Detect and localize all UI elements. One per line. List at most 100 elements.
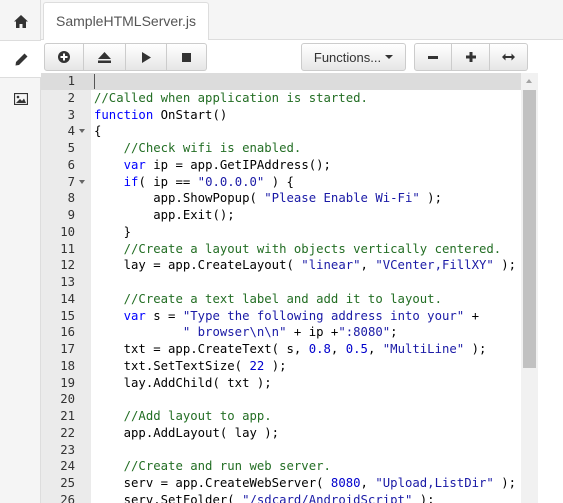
eject-button[interactable] (84, 43, 126, 71)
line-number: 3 (67, 107, 75, 122)
eject-icon (98, 51, 111, 63)
code-line[interactable]: 20 (41, 391, 538, 408)
scrollbar-thumb[interactable] (523, 90, 536, 368)
tab-bar: SampleHTMLServer.js (41, 0, 563, 41)
code-line[interactable]: 4{ (41, 123, 538, 140)
expand-horizontal-icon (502, 53, 515, 61)
code-text: lay = app.CreateLayout( "linear", "VCent… (94, 258, 517, 273)
line-number: 16 (60, 325, 75, 340)
line-number: 15 (60, 308, 75, 323)
code-text: { (94, 124, 102, 139)
line-number: 10 (60, 224, 75, 239)
line-number: 6 (67, 157, 75, 172)
line-number: 4 (67, 124, 75, 139)
code-line[interactable]: 26 serv.SetFolder( "/sdcard/AndroidScrip… (41, 492, 538, 503)
line-number: 8 (67, 191, 75, 206)
line-number: 11 (60, 241, 75, 256)
code-line[interactable]: 3 function OnStart() (41, 107, 538, 124)
scroll-up-icon[interactable] (526, 79, 532, 83)
sidebar-item-edit[interactable] (0, 40, 42, 78)
code-line[interactable]: 10 } (41, 224, 538, 241)
line-number: 5 (67, 141, 75, 155)
line-number: 25 (60, 476, 75, 490)
code-line[interactable]: 14 //Create a text label and add it to l… (41, 291, 538, 308)
vertical-scrollbar[interactable] (521, 73, 538, 503)
fold-arrow-icon[interactable] (79, 129, 85, 134)
code-text: app.AddLayout( lay ); (94, 425, 280, 440)
code-text: if( ip == "0.0.0.0" ) { (123, 174, 294, 189)
line-number: 2 (67, 90, 75, 105)
code-line[interactable]: 16 " browser\n\n" + ip +":8080"; (41, 324, 538, 341)
line-number: 7 (67, 174, 75, 189)
code-text: txt.SetTextSize( 22 ); (94, 358, 287, 373)
code-line[interactable]: 15 var s = "Type the following address i… (41, 308, 538, 325)
code-line[interactable]: 11 //Create a layout with objects vertic… (41, 241, 538, 258)
line-number: 19 (60, 375, 75, 390)
expand-width-button[interactable] (490, 43, 528, 71)
code-line[interactable]: 8 app.ShowPopup( "Please Enable Wi-Fi" )… (41, 190, 538, 207)
run-button[interactable] (126, 43, 167, 71)
home-icon (13, 14, 28, 28)
code-text: app.Exit(); (94, 208, 235, 222)
sidebar-item-images[interactable] (0, 80, 41, 118)
line-number: 14 (60, 291, 75, 306)
editor-toolbar: Functions... (41, 40, 563, 73)
code-text: function OnStart() (94, 107, 228, 122)
code-text: " browser\n\n" + ip +":8080"; (182, 325, 398, 340)
code-line[interactable]: 19 lay.AddChild( txt ); (41, 375, 538, 392)
code-text: //Add layout to app. (123, 409, 272, 423)
play-icon (141, 51, 151, 63)
code-text: var s = "Type the following address into… (123, 308, 480, 323)
code-line[interactable]: 21 //Add layout to app. (41, 408, 538, 425)
code-line[interactable]: 25 serv = app.CreateWebServer( 8080, "Up… (41, 475, 538, 492)
line-number: 18 (60, 358, 75, 373)
code-line[interactable]: 6 var ip = app.GetIPAddress(); (41, 157, 538, 174)
code-line[interactable]: 12 lay = app.CreateLayout( "linear", "VC… (41, 257, 538, 274)
sidebar-item-home[interactable] (0, 2, 41, 40)
code-text: app.ShowPopup( "Please Enable Wi-Fi" ); (94, 191, 442, 206)
tab-samplehtmlserver[interactable]: SampleHTMLServer.js (43, 2, 210, 41)
code-text: var ip = app.GetIPAddress(); (123, 157, 331, 172)
code-line[interactable]: 7 if( ip == "0.0.0.0" ) { (41, 174, 538, 191)
fold-arrow-icon[interactable] (79, 179, 85, 184)
text-cursor (94, 74, 95, 89)
functions-label: Functions... (313, 49, 382, 65)
code-text: lay.AddChild( txt ); (94, 375, 272, 390)
line-number: 22 (60, 425, 75, 440)
chevron-down-icon (385, 55, 394, 59)
stop-icon (182, 52, 191, 62)
code-text: //Create and run web server. (123, 459, 331, 474)
code-text: //Create a layout with objects verticall… (123, 241, 502, 256)
code-line[interactable]: 23 (41, 442, 538, 459)
zoom-in-button[interactable] (452, 43, 490, 71)
code-text: //Check wifi is enabled. (123, 141, 302, 155)
code-line[interactable]: 22 app.AddLayout( lay ); (41, 425, 538, 442)
code-text: serv.SetFolder( "/sdcard/AndroidScript" … (94, 492, 435, 503)
add-icon (58, 51, 70, 63)
line-number: 21 (60, 409, 75, 423)
code-line[interactable]: 17 txt = app.CreateText( s, 0.8, 0.5, "M… (41, 341, 538, 358)
code-editor[interactable]: 1 2 //Called when application is started. 3… (41, 73, 538, 503)
functions-dropdown[interactable]: Functions... (301, 43, 406, 71)
sidebar (0, 0, 42, 503)
code-line[interactable]: 1 (41, 73, 538, 90)
stop-button[interactable] (167, 43, 207, 71)
code-line[interactable]: 13 (41, 274, 538, 291)
code-text: serv = app.CreateWebServer( 8080, "Uploa… (94, 476, 517, 490)
line-number: 23 (60, 442, 75, 457)
code-line[interactable]: 2 //Called when application is started. (41, 90, 538, 107)
zoom-out-button[interactable] (414, 43, 452, 71)
code-text: //Create a text label and add it to layo… (123, 291, 442, 306)
minus-icon (428, 55, 438, 59)
code-line[interactable]: 18 txt.SetTextSize( 22 ); (41, 358, 538, 375)
code-line[interactable]: 5 //Check wifi is enabled. (41, 140, 538, 157)
code-line[interactable]: 9 app.Exit(); (41, 207, 538, 224)
pencil-icon (15, 53, 27, 65)
line-number: 13 (60, 275, 75, 289)
line-number: 17 (60, 342, 75, 356)
line-number: 20 (60, 392, 75, 407)
new-file-button[interactable] (44, 43, 84, 71)
code-text: } (94, 224, 132, 239)
code-text: //Called when application is started. (94, 90, 368, 105)
code-line[interactable]: 24 //Create and run web server. (41, 458, 538, 475)
